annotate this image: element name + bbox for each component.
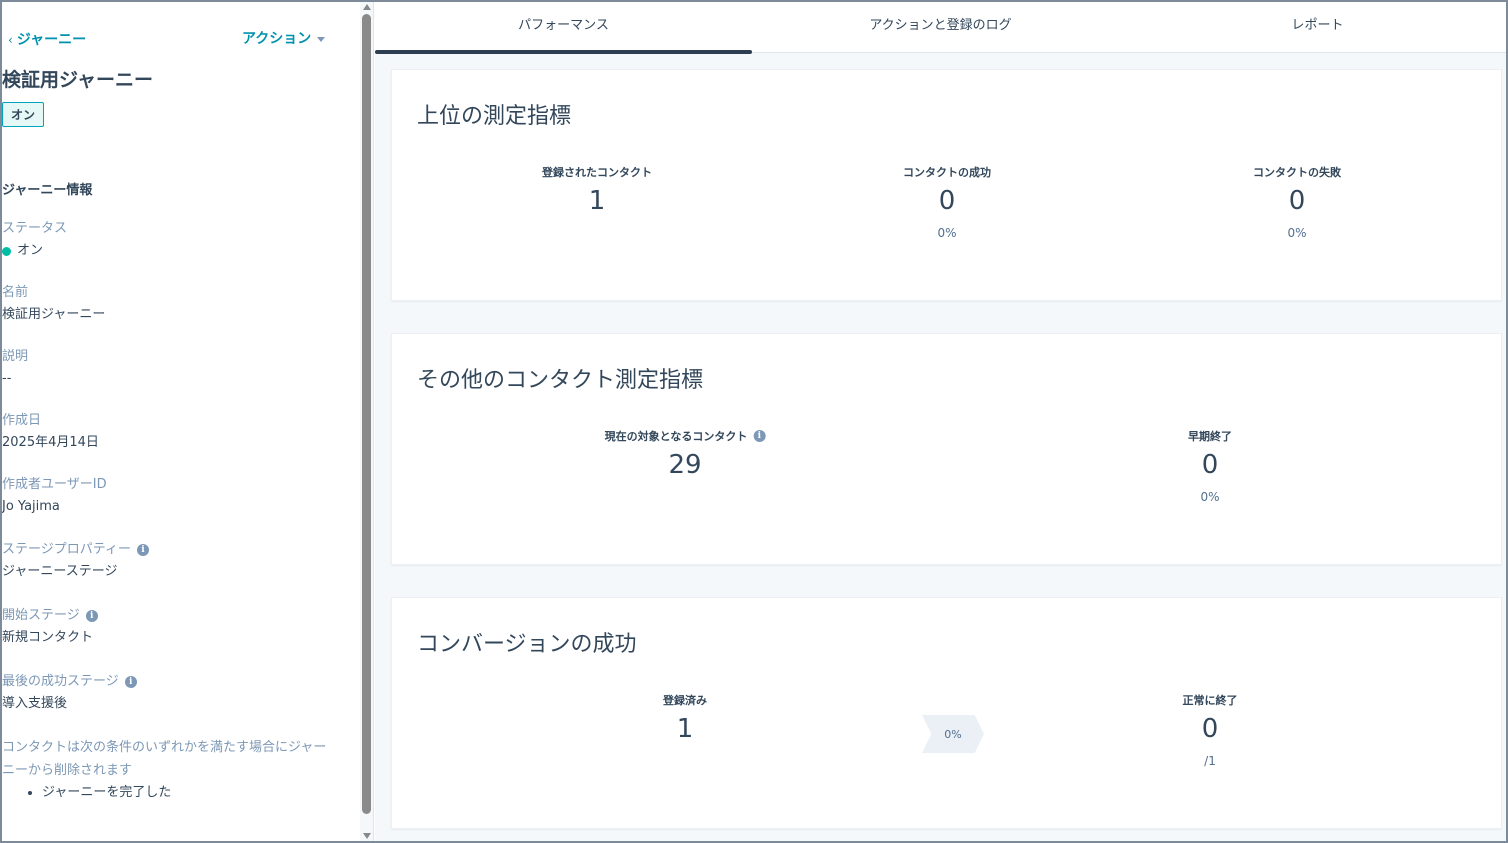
prop-name-label: 名前 xyxy=(2,285,29,300)
back-link-label: ジャーニー xyxy=(16,32,87,48)
tab-reports[interactable]: レポート xyxy=(1129,2,1506,52)
tab-performance[interactable]: パフォーマンス xyxy=(375,2,752,54)
prop-status-label: ステータス xyxy=(2,221,68,236)
tab-bar: パフォーマンス アクションと登録のログ レポート xyxy=(375,2,1506,54)
prop-last-success-stage-value: 導入支援後 xyxy=(2,696,68,711)
prop-creator-label: 作成者ユーザーID xyxy=(2,477,107,492)
prop-description-value: -- xyxy=(2,371,12,386)
metric-label: 正常に終了 xyxy=(1182,694,1238,707)
prop-name: 名前 検証用ジャーニー xyxy=(2,284,105,324)
info-icon[interactable]: i xyxy=(136,544,149,556)
metric-label: 登録されたコンタクト xyxy=(542,166,652,179)
prop-last-success-stage: 最後の成功ステージ i 導入支援後 xyxy=(2,673,137,713)
metric-enrolled: 登録済み 1 xyxy=(663,692,707,744)
scroll-up-arrow-icon[interactable] xyxy=(363,4,371,10)
app-frame: ‹ ジャーニー アクション 検証用ジャーニー オン ジャーニー情報 ステータス オ… xyxy=(0,0,1508,843)
metric-denominator: /1 xyxy=(1204,754,1216,768)
prop-start-stage-label: 開始ステージ i xyxy=(2,607,98,625)
prop-status-text: オン xyxy=(17,243,44,258)
prop-creator-value: Jo Yajima xyxy=(2,499,60,514)
metric-percentage: 0% xyxy=(1287,226,1307,240)
actions-label: アクション xyxy=(242,31,312,47)
metric-value: 1 xyxy=(588,186,606,216)
prop-last-success-stage-label: 最後の成功ステージ i xyxy=(2,673,137,691)
caret-down-icon xyxy=(317,36,326,42)
actions-dropdown[interactable]: アクション xyxy=(242,28,326,48)
prop-creator: 作成者ユーザーID Jo Yajima xyxy=(2,476,107,516)
metric-completed: 正常に終了 0 /1 xyxy=(1183,692,1238,768)
info-icon[interactable]: i xyxy=(753,430,766,442)
tab-action-log[interactable]: アクションと登録のログ xyxy=(752,2,1129,52)
prop-start-stage-value: 新規コンタクト xyxy=(2,630,94,645)
metric-label: コンタクトの成功 xyxy=(903,166,991,179)
metric-contacts-failed: コンタクトの失敗 0 0% xyxy=(1253,164,1341,240)
scroll-thumb[interactable] xyxy=(362,14,371,814)
metric-current-contacts: 現在の対象となるコンタクト i 29 xyxy=(605,428,766,480)
metric-early-exit: 早期終了 0 0% xyxy=(1188,428,1232,504)
status-tag: オン xyxy=(2,102,45,127)
back-to-journeys-link[interactable]: ‹ ジャーニー xyxy=(8,29,86,49)
metric-percentage: 0% xyxy=(937,226,957,240)
metric-label: 現在の対象となるコンタクト i xyxy=(605,428,766,444)
info-icon[interactable]: i xyxy=(124,676,137,688)
conversion-title: コンバージョンの成功 xyxy=(417,632,637,657)
metric-value: 0 xyxy=(1201,450,1219,480)
prop-status-value: オン xyxy=(2,242,67,260)
journey-info-heading: ジャーニー情報 xyxy=(2,183,93,198)
metric-label: 早期終了 xyxy=(1188,430,1232,443)
prop-stage-property: ステージプロパティー i ジャーニーステージ xyxy=(2,541,149,581)
main-content: パフォーマンス アクションと登録のログ レポート 上位の測定指標 登録されたコン… xyxy=(375,2,1506,841)
prop-description-label: 説明 xyxy=(2,349,29,364)
metric-label-text: 現在の対象となるコンタクト xyxy=(604,430,748,443)
info-icon[interactable]: i xyxy=(85,610,98,622)
other-metrics-card: その他のコンタクト測定指標 現在の対象となるコンタクト i 29 早期終了 0 … xyxy=(391,333,1502,565)
metric-percentage: 0% xyxy=(1200,490,1220,504)
journey-sidebar: ‹ ジャーニー アクション 検証用ジャーニー オン ジャーニー情報 ステータス オ… xyxy=(2,2,360,841)
prop-start-stage: 開始ステージ i 新規コンタクト xyxy=(2,607,98,647)
scroll-down-arrow-icon[interactable] xyxy=(363,833,371,839)
journey-title: 検証用ジャーニー xyxy=(2,69,154,91)
removal-condition-item: ジャーニーを完了した xyxy=(42,782,171,804)
prop-created-label: 作成日 xyxy=(2,413,42,428)
prop-status: ステータス オン xyxy=(2,220,67,260)
top-metrics-card: 上位の測定指標 登録されたコンタクト 1 コンタクトの成功 0 0% コンタクト… xyxy=(391,69,1502,301)
removal-condition-text: コンタクトは次の条件のいずれかを満たす場合にジャーニーから削除されます xyxy=(2,740,327,778)
prop-description: 説明 -- xyxy=(2,348,28,388)
metric-contacts-succeeded: コンタクトの成功 0 0% xyxy=(903,164,991,240)
prop-created: 作成日 2025年4月14日 xyxy=(2,412,99,452)
metric-value: 0 xyxy=(938,186,956,216)
metric-value: 29 xyxy=(668,450,702,480)
prop-created-value: 2025年4月14日 xyxy=(2,435,99,450)
sidebar-header: ‹ ジャーニー アクション xyxy=(8,2,360,62)
top-metrics-title: 上位の測定指標 xyxy=(417,104,572,129)
conversion-card: コンバージョンの成功 登録済み 1 0% 正常に終了 0 /1 xyxy=(391,597,1502,829)
conversion-rate: 0% xyxy=(944,727,962,741)
metric-label: 登録済み xyxy=(663,694,707,707)
metric-value: 0 xyxy=(1201,714,1219,744)
sidebar-scrollbar[interactable] xyxy=(360,2,374,841)
prop-last-success-stage-label-text: 最後の成功ステージ xyxy=(2,674,119,689)
prop-stage-property-value: ジャーニーステージ xyxy=(2,564,118,579)
removal-condition-list: ジャーニーを完了した xyxy=(26,782,171,804)
metric-label: コンタクトの失敗 xyxy=(1253,166,1341,179)
chevron-left-icon: ‹ xyxy=(8,33,13,47)
other-metrics-title: その他のコンタクト測定指標 xyxy=(417,368,704,393)
prop-start-stage-label-text: 開始ステージ xyxy=(2,608,80,623)
prop-stage-property-label: ステージプロパティー i xyxy=(2,541,149,559)
metric-value: 0 xyxy=(1288,186,1306,216)
status-dot-icon xyxy=(2,246,11,256)
metric-enrolled-contacts: 登録されたコンタクト 1 xyxy=(542,164,652,216)
prop-stage-property-label-text: ステージプロパティー xyxy=(2,542,131,557)
prop-name-value: 検証用ジャーニー xyxy=(2,307,106,322)
metric-value: 1 xyxy=(676,714,694,744)
conversion-rate-arrow: 0% xyxy=(922,715,984,753)
